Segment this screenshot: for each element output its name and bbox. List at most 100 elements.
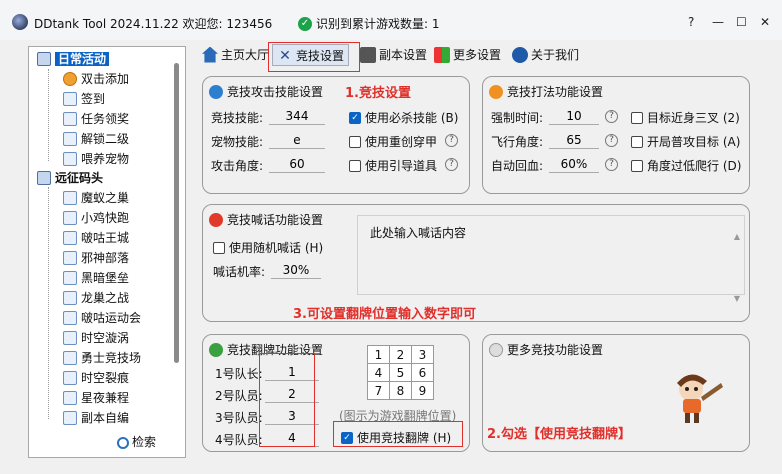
task-icon: [63, 330, 77, 345]
tree-item[interactable]: 时空裂痕: [63, 369, 129, 387]
help-icon[interactable]: ?: [605, 110, 618, 123]
pet-skill-label: 宠物技能:: [211, 135, 264, 149]
tree-item[interactable]: 时空漩涡: [63, 329, 129, 347]
grid-cell: 6: [411, 363, 434, 382]
checkbox: [631, 111, 643, 124]
task-icon: [63, 250, 77, 265]
grid-cell: 4: [367, 363, 390, 382]
low-angle-crawl-checkbox[interactable]: 角度过低爬行 (D): [631, 157, 741, 174]
scroll-up-icon[interactable]: ▲: [734, 232, 740, 241]
random-taunt-checkbox[interactable]: 使用随机喊话 (H): [213, 239, 323, 256]
grid-cell: 8: [389, 381, 412, 400]
book-icon: [360, 46, 376, 63]
sidebar-scrollbar[interactable]: [170, 49, 184, 435]
tree-item[interactable]: 龙巢之战: [63, 289, 129, 307]
checkbox-checked: ✓: [349, 111, 361, 124]
annotation-box-flip: [333, 421, 463, 447]
task-icon: [63, 230, 77, 245]
tree-group-daily[interactable]: 日常活动: [37, 50, 110, 68]
ultimate-skill-checkbox[interactable]: ✓ 使用必杀技能 (B): [349, 109, 458, 126]
app-icon: [12, 14, 28, 30]
force-time-label: 强制时间:: [491, 111, 544, 125]
minimize-button[interactable]: —: [712, 15, 724, 29]
tree-item[interactable]: 星夜兼程: [63, 389, 129, 407]
taunt-content-textarea[interactable]: 此处输入喊话内容 ▲ ▼: [357, 215, 745, 303]
armor-pierce-checkbox[interactable]: 使用重创穿甲: [349, 133, 437, 150]
member3-label: 3号队员:: [215, 411, 263, 425]
task-icon: [63, 390, 77, 405]
search-icon: [117, 436, 129, 449]
task-icon: [63, 290, 77, 305]
tree-item[interactable]: 副本自编: [63, 409, 129, 427]
tree-item[interactable]: 双击添加: [63, 70, 129, 88]
tab-more-settings[interactable]: 更多设置: [434, 44, 501, 66]
tree-item[interactable]: 解锁二级: [63, 130, 129, 148]
more-icon: [489, 342, 503, 357]
help-icon[interactable]: ?: [605, 134, 618, 147]
check-icon: ✓: [298, 17, 312, 31]
sidebar: 日常活动 双击添加 签到 任务领奖 解锁二级 喂养宠物 远征码头 魔蚁之巢 小鸡…: [28, 46, 186, 458]
card-icon: [209, 342, 223, 357]
folder-icon: [37, 51, 51, 66]
tree-item[interactable]: 勇士竞技场: [63, 349, 141, 367]
fight-panel: 竞技打法功能设置 强制时间: ? 飞行角度: ? 自动回血: ? 目标近身三叉 …: [482, 76, 750, 194]
checkbox: [631, 159, 643, 172]
tree-group-expedition[interactable]: 远征码头: [37, 169, 103, 187]
help-icon[interactable]: ?: [445, 134, 458, 147]
tree-item[interactable]: 喂养宠物: [63, 150, 129, 168]
tree-item[interactable]: 签到: [63, 90, 105, 108]
fly-angle-input[interactable]: [549, 131, 599, 149]
more-panel-title: 更多竞技功能设置: [489, 341, 603, 358]
tab-home[interactable]: 主页大厅: [202, 44, 269, 66]
member1-label: 1号队长:: [215, 367, 263, 381]
auto-heal-input[interactable]: [549, 155, 599, 173]
trident-checkbox[interactable]: 目标近身三叉 (2): [631, 109, 740, 126]
pet-skill-input[interactable]: [269, 131, 325, 149]
chat-icon: [209, 212, 223, 227]
help-icon[interactable]: ?: [605, 158, 618, 171]
mascot-image: [677, 374, 723, 423]
grid-icon: [434, 46, 450, 63]
scroll-down-icon[interactable]: ▼: [734, 294, 740, 303]
angle-input[interactable]: [269, 155, 325, 173]
help-icon[interactable]: ?: [445, 158, 458, 171]
flip-position-grid: 123 456 789: [367, 345, 434, 400]
annotation-2: 2.勾选【使用竞技翻牌】: [487, 427, 631, 442]
task-icon: [63, 410, 77, 425]
help-button[interactable]: ?: [688, 15, 694, 29]
scrollbar-thumb[interactable]: [174, 63, 179, 363]
tab-about[interactable]: 关于我们: [512, 44, 579, 66]
guide-item-checkbox[interactable]: 使用引导道具: [349, 157, 437, 174]
taunt-rate-input[interactable]: [271, 261, 321, 279]
attack-panel-title: 竞技攻击技能设置: [209, 83, 323, 100]
more-panel: 更多竞技功能设置 2.勾选【使用竞技翻牌】: [482, 334, 750, 452]
skill-label: 竞技技能:: [211, 111, 264, 125]
search-button[interactable]: 检索: [117, 433, 156, 450]
opening-attack-checkbox[interactable]: 开局普攻目标 (A): [631, 133, 740, 150]
title-bar: DDtank Tool 2024.11.22 欢迎您: 123456 ✓ 识别到…: [0, 0, 782, 40]
flip-panel: 竞技翻牌功能设置 1号队长: 2号队员: 3号队员: 4号队员: 123 456…: [202, 334, 470, 452]
attack-panel: 竞技攻击技能设置 1.竞技设置 竞技技能: 宠物技能: 攻击角度: ✓使用必杀技…: [202, 76, 470, 194]
tree-item[interactable]: 啵咕王城: [63, 229, 129, 247]
close-button[interactable]: ✕: [760, 15, 770, 29]
checkbox: [631, 135, 643, 148]
annotation-box-tab: [268, 42, 360, 72]
taunt-rate-label: 喊话机率:: [213, 265, 266, 279]
taunt-panel-title: 竞技喊话功能设置: [209, 211, 323, 228]
status-text: 识别到累计游戏数量: 1: [316, 17, 440, 31]
tree-item[interactable]: 邪神部落: [63, 249, 129, 267]
tree-item[interactable]: 魔蚁之巢: [63, 189, 129, 207]
tree-item[interactable]: 任务领奖: [63, 110, 129, 128]
tree-item[interactable]: 啵咕运动会: [63, 309, 141, 327]
task-icon: [63, 210, 77, 225]
tree-line: [48, 69, 49, 161]
tree-item[interactable]: 黑暗堡垒: [63, 269, 129, 287]
grid-cell: 2: [389, 345, 412, 364]
checkbox: [349, 135, 361, 148]
tree-item[interactable]: 小鸡快跑: [63, 209, 129, 227]
tab-dungeon-settings[interactable]: 副本设置: [360, 44, 427, 66]
skill-input[interactable]: [269, 107, 325, 125]
maximize-button[interactable]: ☐: [736, 15, 747, 29]
force-time-input[interactable]: [549, 107, 599, 125]
task-icon: [63, 111, 77, 126]
